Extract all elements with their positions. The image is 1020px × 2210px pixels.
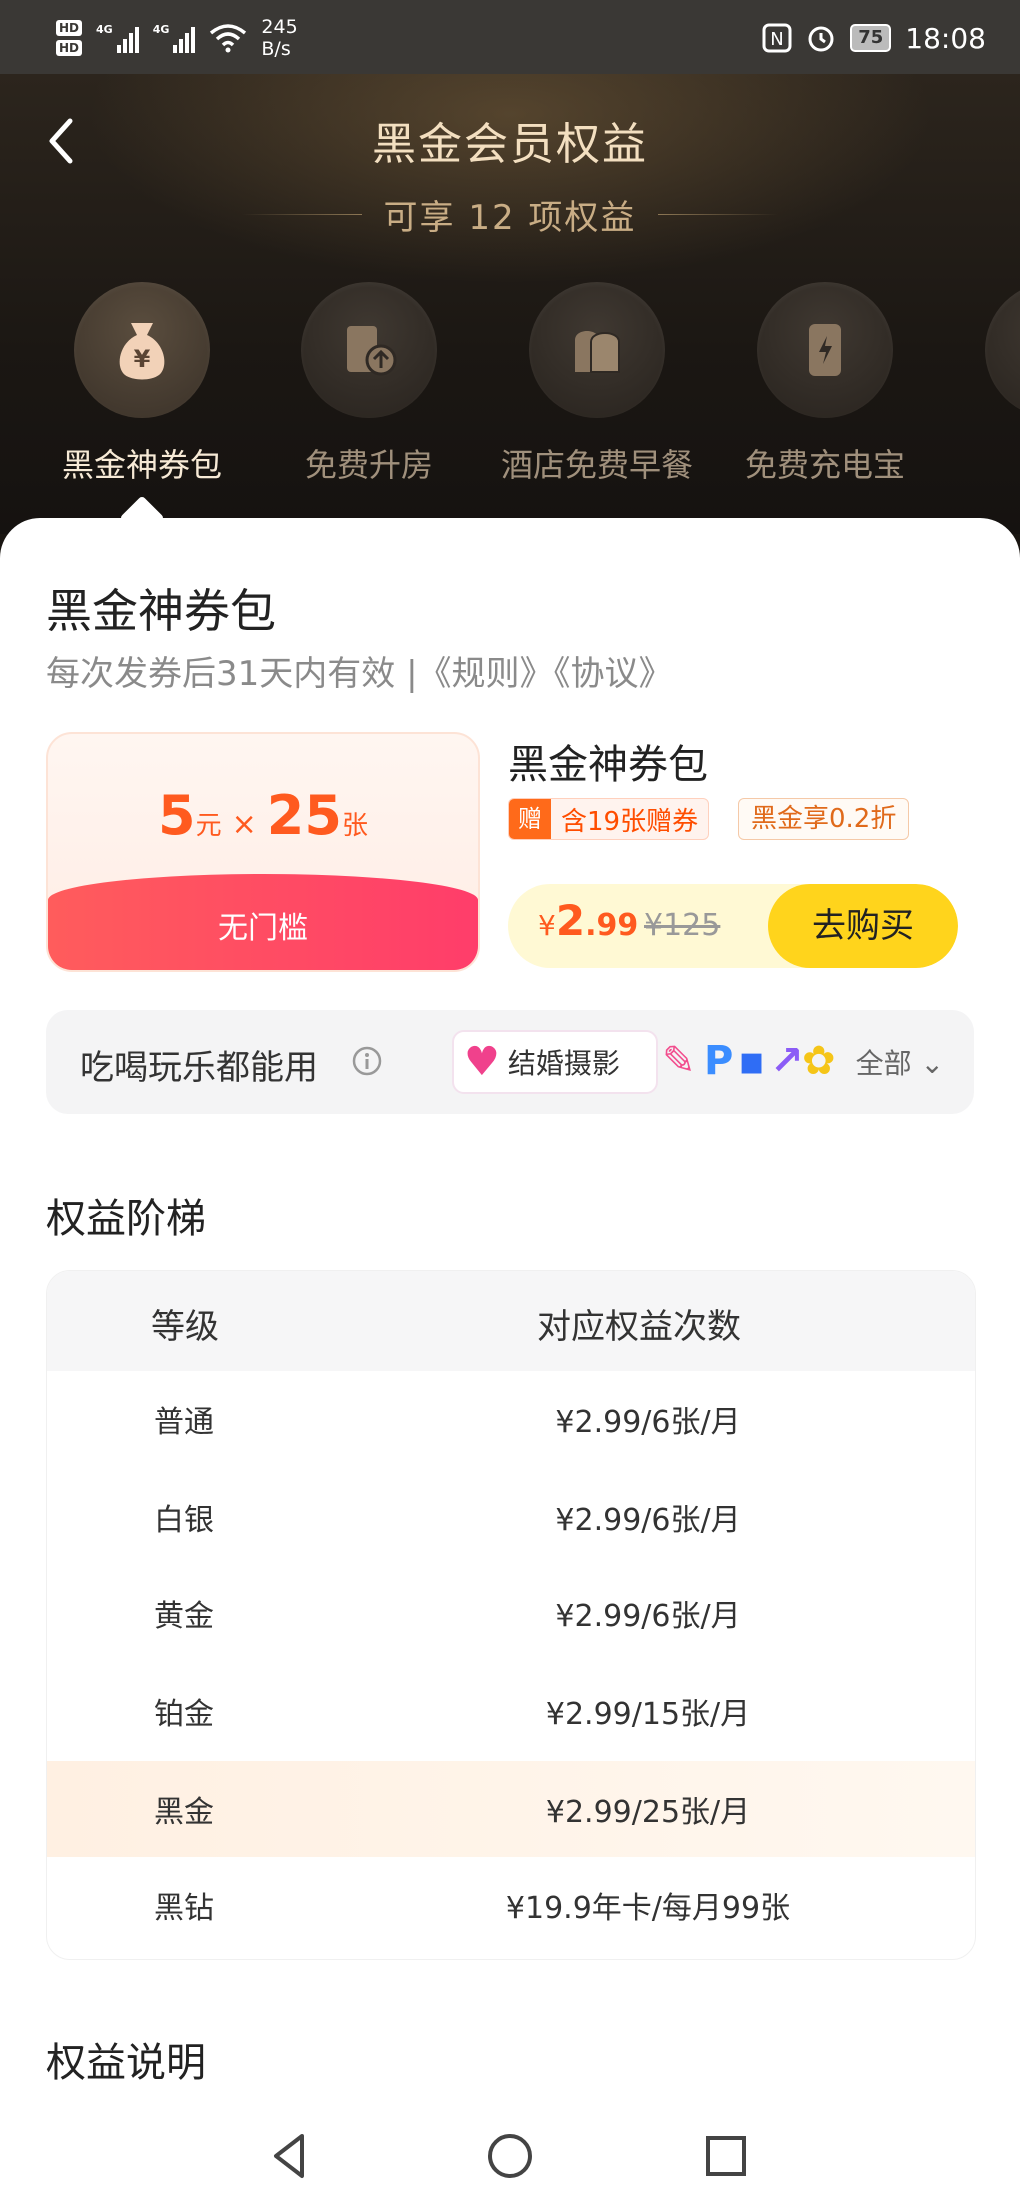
page-title: 黑金会员权益 <box>372 119 648 170</box>
coupon-card[interactable]: 5元 × 25张 无门槛 <box>46 732 480 972</box>
heart-icon: ♥ <box>464 1039 500 1085</box>
all-scenes-button[interactable]: 全部 ⌄ <box>856 1042 944 1082</box>
tab-coupon-pack[interactable]: ¥ 黑金神券包 <box>27 282 257 486</box>
decor-icon: P <box>704 1038 734 1084</box>
tab-more[interactable]: 每 <box>938 282 1020 486</box>
current-price: ¥2.99 <box>538 896 639 945</box>
table-row: 黄金 ¥2.99/6张/月 <box>154 1599 741 1634</box>
multiply-sign: × <box>231 807 257 842</box>
divider-line <box>658 214 779 215</box>
decor-icon: ↗ <box>770 1038 804 1084</box>
clock: 18:08 <box>905 21 986 55</box>
network-type-1: 4G <box>96 23 113 36</box>
table-row: 普通 ¥2.99/6张/月 <box>154 1405 741 1440</box>
hd-icon: HD HD <box>56 20 83 56</box>
tab-label: 酒店免费早餐 <box>500 446 693 484</box>
ladder-title: 权益阶梯 <box>46 1196 206 1242</box>
table-row-highlighted: 黑金 ¥2.99/25张/月 <box>47 1761 975 1857</box>
table-row: 白银 ¥2.99/6张/月 <box>154 1503 741 1538</box>
product-name: 黑金神券包 <box>508 742 708 788</box>
nfc-icon: N <box>762 23 792 53</box>
tab-label: 每 <box>938 440 1020 486</box>
gift-text: 含19张赠券 <box>561 806 699 837</box>
coupon-threshold: 无门槛 <box>48 874 478 970</box>
section-subtitle[interactable]: 每次发券后31天内有效 |《规则》《协议》 <box>46 646 673 695</box>
coupon-count-unit: 张 <box>341 811 368 841</box>
section-title: 黑金神券包 <box>46 584 276 638</box>
power-bank-icon <box>809 324 841 376</box>
coupon-value: 5 <box>158 784 196 847</box>
signal-icon: 4G <box>96 23 139 53</box>
benefit-ladder-table: 等级 对应权益次数 普通 ¥2.99/6张/月 白银 ¥2.99/6张/月 黄金… <box>46 1270 976 1960</box>
tab-free-breakfast[interactable]: 酒店免费早餐 <box>482 282 712 486</box>
scene-tag-wedding[interactable]: ♥ 结婚摄影 <box>452 1030 658 1094</box>
rabbit-icon: ✿ <box>802 1038 836 1084</box>
tab-label: 免费升房 <box>304 446 433 484</box>
benefit-tabs: ¥ 黑金神券包 免费升房 酒店免费早餐 免费充电宝 <box>0 282 1020 484</box>
chevron-down-icon: ⌄ <box>920 1047 944 1080</box>
table-row: 铂金 ¥2.99/15张/月 <box>154 1697 751 1732</box>
tab-label: 免费充电宝 <box>744 446 905 484</box>
usage-bar: 吃喝玩乐都能用 ♥ 结婚摄影 ✎ P ▪ ↗ ✿ 全部 ⌄ <box>46 1010 974 1114</box>
gift-badge: 赠 <box>509 799 551 839</box>
coupon-count: 25 <box>266 784 342 847</box>
decor-icon: ✎ <box>662 1038 696 1084</box>
usage-text: 吃喝玩乐都能用 <box>80 1048 318 1088</box>
wifi-icon <box>210 24 247 53</box>
benefit-count: 可享 12 项权益 <box>383 198 637 238</box>
header-benefit-count: 对应权益次数 <box>537 1307 741 1347</box>
home-circle-icon[interactable] <box>482 2128 538 2184</box>
decor-icon: ▪ <box>738 1038 766 1084</box>
price-bar: ¥2.99 ¥125 去购买 <box>508 884 958 968</box>
coupon-amount: 5元 × 25张 <box>48 784 478 847</box>
divider-line <box>241 214 362 215</box>
back-triangle-icon[interactable] <box>262 2128 318 2184</box>
coupon-value-unit: 元 <box>195 811 222 841</box>
money-bag-icon: ¥ <box>119 323 165 380</box>
tab-power-bank[interactable]: 免费充电宝 <box>710 282 940 486</box>
battery-icon: 75 <box>850 24 892 52</box>
alarm-icon <box>808 26 834 52</box>
header-level: 等级 <box>151 1307 219 1347</box>
explain-title: 权益说明 <box>46 2040 206 2086</box>
buy-button[interactable]: 去购买 <box>768 884 958 968</box>
gift-tag: 赠 含19张赠券 <box>508 798 710 840</box>
discount-tag: 黑金享0.2折 <box>738 798 910 840</box>
network-speed: 245 B/s <box>261 16 298 60</box>
status-bar: HD HD 4G 4G 245 B/s N 75 18:08 <box>0 0 1020 74</box>
svg-text:N: N <box>771 29 784 50</box>
scene-tags[interactable]: ♥ 结婚摄影 ✎ P ▪ ↗ ✿ <box>452 1030 882 1094</box>
tab-room-upgrade[interactable]: 免费升房 <box>254 282 484 486</box>
signal-icon: 4G <box>153 23 196 53</box>
recents-square-icon[interactable] <box>698 2128 754 2184</box>
system-nav-bar <box>0 2100 1020 2210</box>
subtitle-row: 可享 12 项权益 <box>0 190 1020 239</box>
original-price: ¥125 <box>644 908 721 943</box>
info-icon[interactable] <box>352 1046 382 1076</box>
network-type-2: 4G <box>152 23 170 36</box>
svg-text:¥: ¥ <box>134 345 151 373</box>
table-header: 等级 对应权益次数 <box>47 1271 975 1371</box>
tab-label: 黑金神券包 <box>61 446 222 484</box>
upgrade-room-icon <box>347 326 397 376</box>
table-row: 黑钻 ¥19.9年卡/每月99张 <box>154 1891 791 1926</box>
breakfast-icon <box>575 331 620 373</box>
